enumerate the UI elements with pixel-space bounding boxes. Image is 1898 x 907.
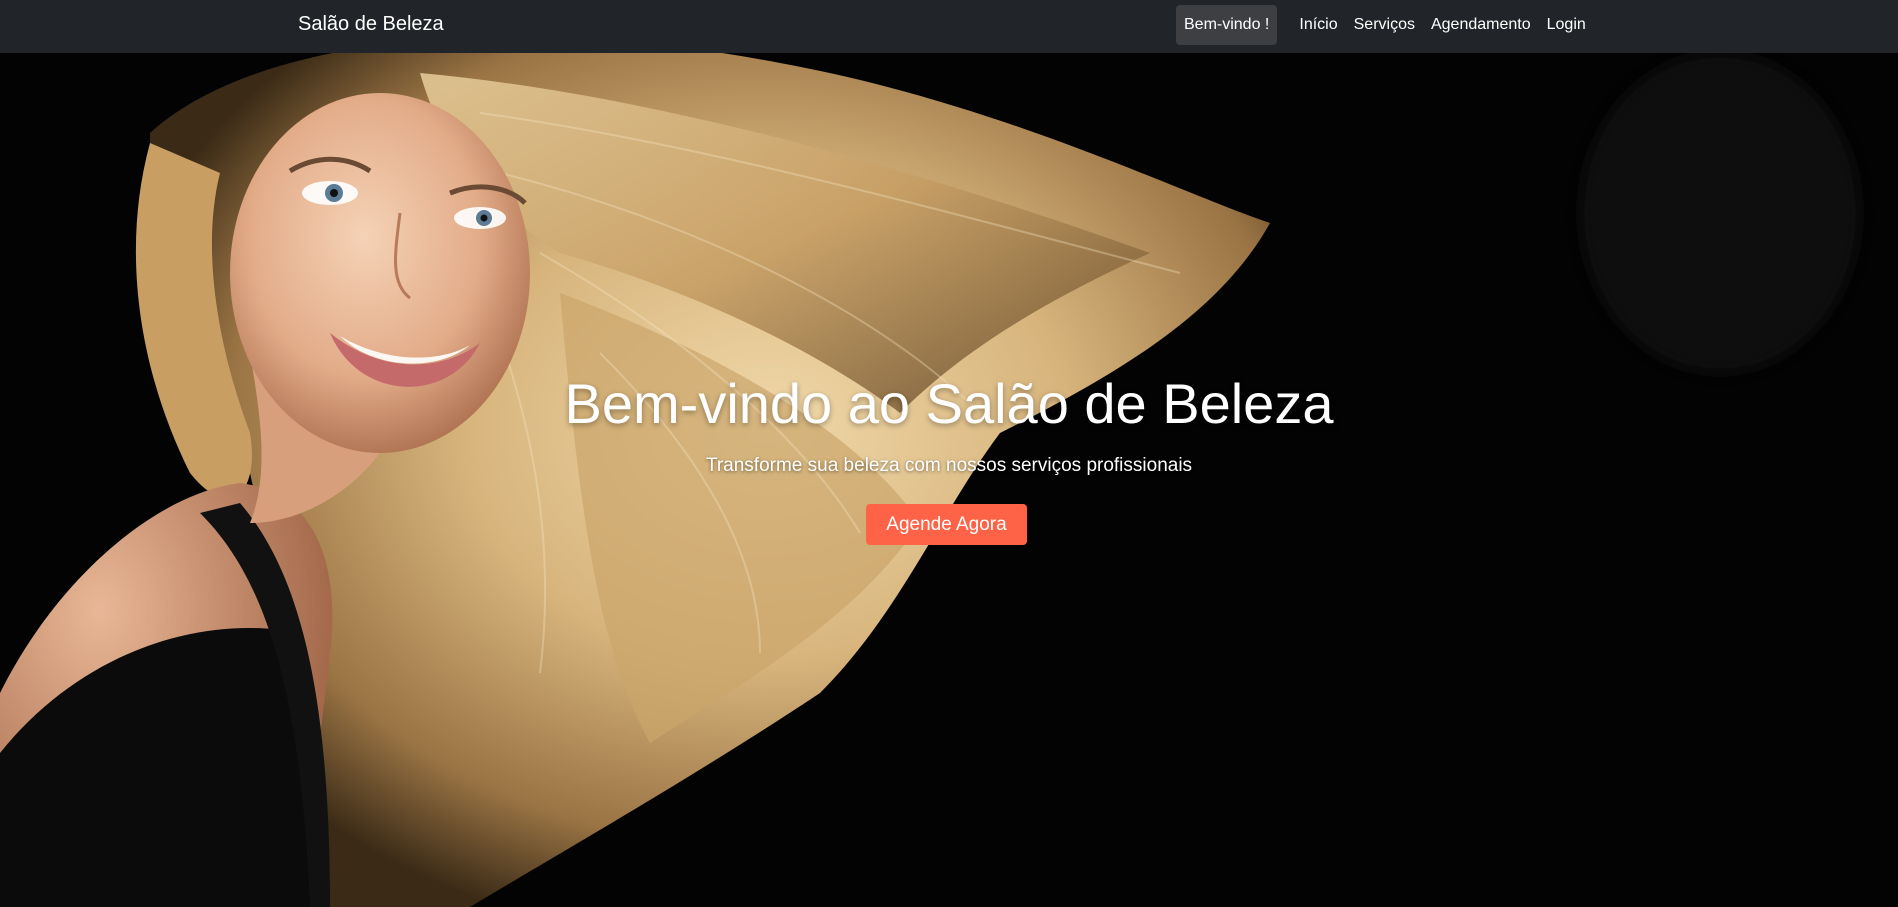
nav-link-inicio[interactable]: Início: [1299, 5, 1337, 45]
brand-link[interactable]: Salão de Beleza: [298, 13, 444, 36]
nav-link-servicos[interactable]: Serviços: [1354, 5, 1415, 45]
nav-link-agendamento[interactable]: Agendamento: [1431, 5, 1531, 45]
nav-link-login[interactable]: Login: [1547, 5, 1586, 45]
hero-section: Bem-vindo ao Salão de Beleza Transforme …: [0, 53, 1898, 907]
hero-title: Bem-vindo ao Salão de Beleza: [564, 372, 1334, 435]
nav-menu: Bem-vindo ! Início Serviços Agendamento …: [1176, 5, 1586, 45]
welcome-badge: Bem-vindo !: [1176, 5, 1278, 45]
book-now-button[interactable]: Agende Agora: [866, 504, 1027, 545]
top-navbar: Salão de Beleza Bem-vindo ! Início Servi…: [0, 0, 1898, 53]
hero-subtitle: Transforme sua beleza com nossos serviço…: [705, 455, 1193, 476]
hero-content: Bem-vindo ao Salão de Beleza Transforme …: [0, 53, 1898, 907]
